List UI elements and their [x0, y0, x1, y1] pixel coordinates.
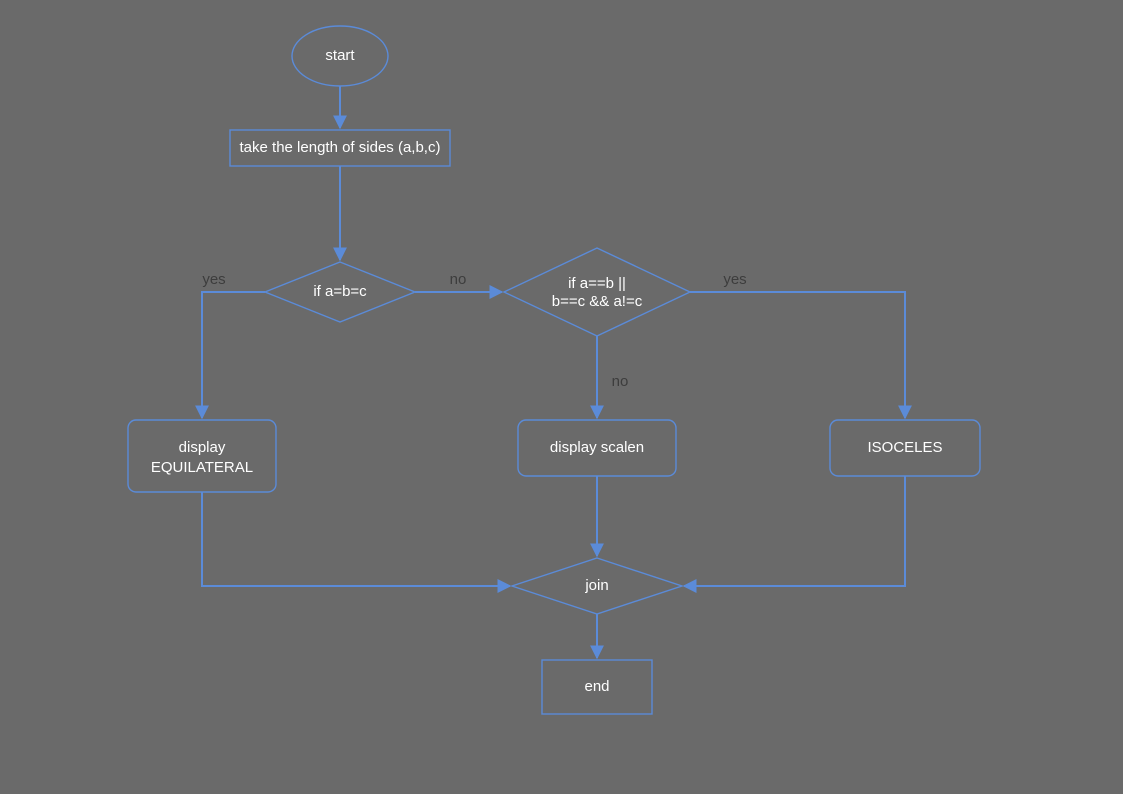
edge-equi-join — [202, 492, 510, 586]
decision-equilateral: if a=b=c — [265, 262, 415, 322]
end-label: end — [584, 678, 609, 695]
input-node: take the length of sides (a,b,c) — [230, 130, 450, 166]
output-scalene-label: display scalen — [550, 439, 644, 456]
edge-dec1-yes — [202, 292, 265, 418]
edge-dec2-yes-label: yes — [723, 271, 746, 288]
output-scalene: display scalen — [518, 420, 676, 476]
decision-isoceles-line1: if a==b || — [568, 275, 626, 292]
decision-equilateral-label: if a=b=c — [313, 283, 367, 300]
decision-isoceles-line2: b==c && a!=c — [552, 293, 643, 310]
edge-dec1-no-label: no — [450, 271, 467, 288]
start-node: start — [292, 26, 388, 86]
input-label: take the length of sides (a,b,c) — [240, 139, 441, 156]
join-node: join — [512, 558, 682, 614]
output-equilateral-line1: display — [179, 439, 226, 456]
end-node: end — [542, 660, 652, 714]
output-isoceles-label: ISOCELES — [867, 439, 942, 456]
output-equilateral-line2: EQUILATERAL — [151, 459, 253, 476]
edge-iso-join — [684, 476, 905, 586]
output-isoceles: ISOCELES — [830, 420, 980, 476]
join-label: join — [584, 577, 608, 594]
decision-isoceles: if a==b || b==c && a!=c — [504, 248, 690, 336]
output-equilateral: display EQUILATERAL — [128, 420, 276, 492]
flowchart: start take the length of sides (a,b,c) i… — [0, 0, 1123, 794]
start-label: start — [325, 47, 355, 64]
edge-dec2-yes — [690, 292, 905, 418]
edge-dec1-yes-label: yes — [202, 271, 225, 288]
edge-dec2-no-label: no — [612, 373, 629, 390]
